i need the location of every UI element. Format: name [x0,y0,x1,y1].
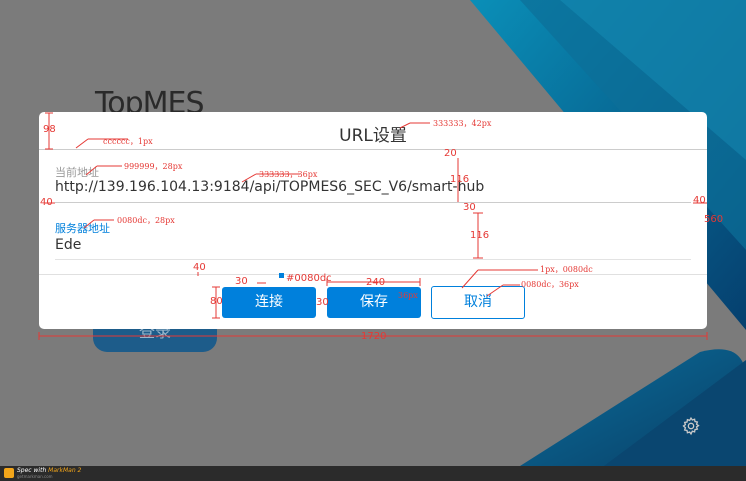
annotation-30-a: 30 [463,202,476,213]
annotation-40-right: 40 [693,195,706,206]
footer-text: Spec with MarkMan 2 [17,467,81,474]
annotation-116-a: 116 [450,174,470,185]
annotation-40-left: 40 [40,197,53,208]
markman-footer: Spec with MarkMan 2 getmarkman.com [0,466,746,481]
annotation-20: 20 [444,148,457,159]
annotation-240: 240 [366,277,386,288]
current-address-label: 当前地址 [55,166,99,179]
annotation-outline-spec: 1px，0080dc [540,265,593,274]
connect-button[interactable]: 连接 [222,287,316,318]
annotation-30-c: 30 [316,297,329,308]
annotation-label-spec: 999999，28px [124,162,183,171]
annotation-btn-font: 36px [398,291,418,300]
cancel-button[interactable]: 取消 [431,286,525,319]
current-divider [55,202,691,203]
current-address-value: http://139.196.104.13:9184/api/TOPMES6_S… [55,179,485,195]
gear-icon[interactable] [681,416,701,436]
footer-brand: MarkMan 2 [48,467,82,474]
annotation-1720: 1720 [361,331,387,342]
annotation-primary-color: #0080dc [286,273,332,284]
server-address-label: 服务器地址 [55,222,110,235]
annotation-40-buttons: 40 [193,262,206,273]
annotation-560: 560 [704,214,724,225]
annotation-116-b: 116 [470,230,490,241]
annotation-cancel-spec: 0080dc，36px [521,280,579,289]
footer-prefix: Spec with [17,467,47,474]
buttons-divider [39,274,707,275]
footer-url: getmarkman.com [17,474,53,479]
annotation-title-spec: 333333，42px [433,119,492,128]
markman-logo-icon [4,468,14,478]
annotation-value-spec: 333333，36px [259,170,318,179]
title-divider [39,149,707,150]
annotation-server-label: 0080dc，28px [117,216,175,225]
annotation-30-b: 30 [235,276,248,287]
server-address-input[interactable]: Ede [55,237,81,253]
annotation-98: 98 [43,124,56,135]
annotation-divider: cccccc，1px [103,137,153,146]
server-divider [55,259,691,260]
annotation-80: 80 [210,296,223,307]
